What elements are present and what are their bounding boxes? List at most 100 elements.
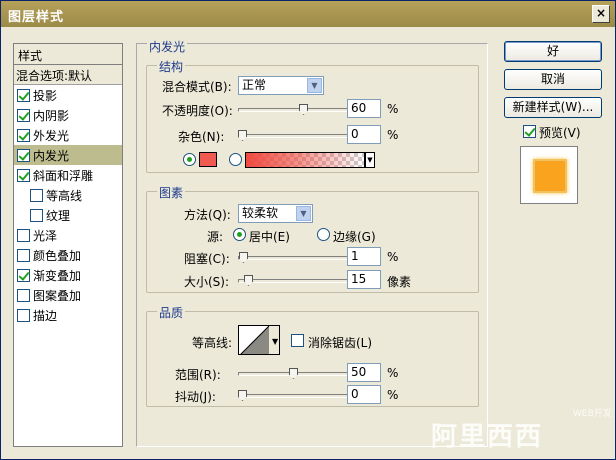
style-item[interactable]: 内发光 [14, 145, 122, 165]
opacity-slider[interactable] [238, 104, 348, 115]
style-item[interactable]: 斜面和浮雕 [14, 165, 122, 185]
style-item-label: 内阴影 [33, 108, 70, 123]
slider-track [238, 134, 348, 138]
style-item[interactable]: 纹理 [14, 205, 122, 225]
range-slider[interactable] [238, 368, 348, 379]
close-button[interactable]: × [592, 5, 610, 23]
preview-label[interactable]: 预览(V) [539, 124, 581, 141]
style-item-checkbox[interactable] [17, 288, 30, 302]
style-item-checkbox[interactable] [17, 248, 30, 262]
structure-group: 结构 混合模式(B): 正常 ▼ 不透明度(O): 60 % 杂色(N): 0 … [146, 58, 479, 173]
style-item[interactable]: 光泽 [14, 225, 122, 245]
blending-options-item[interactable]: 混合选项:默认 [14, 65, 122, 85]
source-center-radio[interactable] [233, 228, 246, 241]
noise-unit: % [387, 128, 399, 142]
style-item-checkbox[interactable] [17, 308, 30, 322]
size-slider[interactable] [238, 275, 348, 286]
style-item-label: 描边 [33, 308, 58, 323]
range-input[interactable]: 50 [347, 363, 381, 382]
source-center-label[interactable]: 居中(E) [249, 228, 290, 245]
slider-thumb[interactable] [244, 275, 253, 286]
watermark-small: WEB开发 [573, 409, 612, 419]
style-item-label: 光泽 [33, 228, 58, 243]
contour-label: 等高线: [192, 336, 233, 350]
slider-thumb[interactable] [299, 104, 308, 115]
style-item-checkbox[interactable] [17, 108, 30, 122]
panel-title: 内发光 [147, 38, 188, 55]
style-item[interactable]: 投影 [14, 85, 122, 105]
svg-text:▼: ▼ [272, 337, 279, 346]
chevron-down-icon[interactable]: ▼ [365, 152, 375, 168]
new-style-button[interactable]: 新建样式(W)... [504, 97, 602, 118]
preview-checkbox[interactable] [523, 125, 536, 138]
antialias-label[interactable]: 消除锯齿(L) [308, 334, 372, 351]
source-edge-label[interactable]: 边缘(G) [333, 228, 376, 245]
style-item-label: 图案叠加 [33, 288, 82, 303]
opacity-label: 不透明度(O): [162, 104, 233, 118]
noise-slider[interactable] [238, 130, 348, 141]
choke-unit: % [387, 250, 399, 264]
jitter-input[interactable]: 0 [347, 385, 381, 404]
style-item-checkbox[interactable] [17, 88, 30, 102]
jitter-label: 抖动(J): [175, 390, 216, 404]
style-item-checkbox[interactable] [17, 168, 30, 182]
style-item[interactable]: 图案叠加 [14, 285, 122, 305]
antialias-checkbox[interactable] [291, 334, 304, 347]
cancel-button[interactable]: 取消 [504, 69, 602, 90]
slider-track [238, 279, 348, 283]
technique-select[interactable]: 较柔软 ▼ [238, 204, 313, 223]
jitter-slider[interactable] [238, 390, 348, 401]
opacity-input[interactable]: 60 [347, 99, 381, 118]
preview-swatch [533, 159, 567, 193]
style-item-checkbox[interactable] [30, 188, 43, 202]
ok-button[interactable]: 好 [504, 41, 602, 62]
source-edge-radio[interactable] [317, 228, 330, 241]
style-item-checkbox[interactable] [17, 268, 30, 282]
solid-color-radio[interactable] [183, 153, 196, 166]
size-unit: 像素 [387, 275, 412, 289]
style-item[interactable]: 内阴影 [14, 105, 122, 125]
technique-value: 较柔软 [242, 206, 279, 220]
opacity-unit: % [387, 102, 399, 116]
blend-mode-select[interactable]: 正常 ▼ [238, 76, 324, 95]
slider-thumb[interactable] [238, 390, 247, 401]
chevron-down-icon: ▼ [296, 206, 311, 221]
style-item-label: 斜面和浮雕 [33, 168, 94, 183]
chevron-down-icon: ▼ [307, 78, 322, 93]
style-item-checkbox[interactable] [30, 208, 43, 222]
style-item-checkbox[interactable] [17, 128, 30, 142]
noise-input[interactable]: 0 [347, 125, 381, 144]
style-item-checkbox[interactable] [17, 228, 30, 242]
slider-thumb[interactable] [289, 368, 298, 379]
range-unit: % [387, 366, 399, 380]
range-label: 范围(R): [175, 368, 221, 382]
layer-style-dialog: 图层样式 × 样式 混合选项:默认 投影 内阴影 外发光 内发光 斜面和浮雕 等高线 纹理光… [0, 0, 616, 460]
glow-color-swatch[interactable] [199, 152, 217, 167]
style-item-checkbox[interactable] [17, 148, 30, 162]
contour-picker[interactable]: ▼ [238, 325, 280, 355]
style-item[interactable]: 等高线 [14, 185, 122, 205]
choke-input[interactable]: 1 [347, 247, 381, 266]
style-item-label: 颜色叠加 [33, 248, 82, 263]
slider-thumb[interactable] [239, 252, 248, 263]
style-item[interactable]: 颜色叠加 [14, 245, 122, 265]
style-item[interactable]: 描边 [14, 305, 122, 325]
gradient-radio[interactable] [229, 153, 242, 166]
style-item-label: 投影 [33, 88, 58, 103]
style-item[interactable]: 渐变叠加 [14, 265, 122, 285]
choke-slider[interactable] [238, 252, 348, 263]
style-item-label: 等高线 [46, 188, 83, 203]
slider-thumb[interactable] [238, 130, 247, 141]
styles-header[interactable]: 样式 [14, 44, 122, 65]
size-input[interactable]: 15 [347, 270, 381, 289]
styles-list: 样式 混合选项:默认 投影内阴影外发光内发光斜面和浮雕等高线纹理光泽颜色叠加渐变… [13, 43, 123, 447]
size-label: 大小(S): [184, 275, 230, 289]
blend-mode-value: 正常 [242, 78, 267, 92]
style-item-label: 内发光 [33, 148, 70, 163]
style-item[interactable]: 外发光 [14, 125, 122, 145]
slider-track [238, 394, 348, 398]
contour-curve-icon: ▼ [240, 326, 279, 354]
window-title: 图层样式 [8, 10, 65, 25]
glow-gradient-picker[interactable] [245, 152, 365, 168]
title-bar[interactable]: 图层样式 × [1, 1, 615, 27]
